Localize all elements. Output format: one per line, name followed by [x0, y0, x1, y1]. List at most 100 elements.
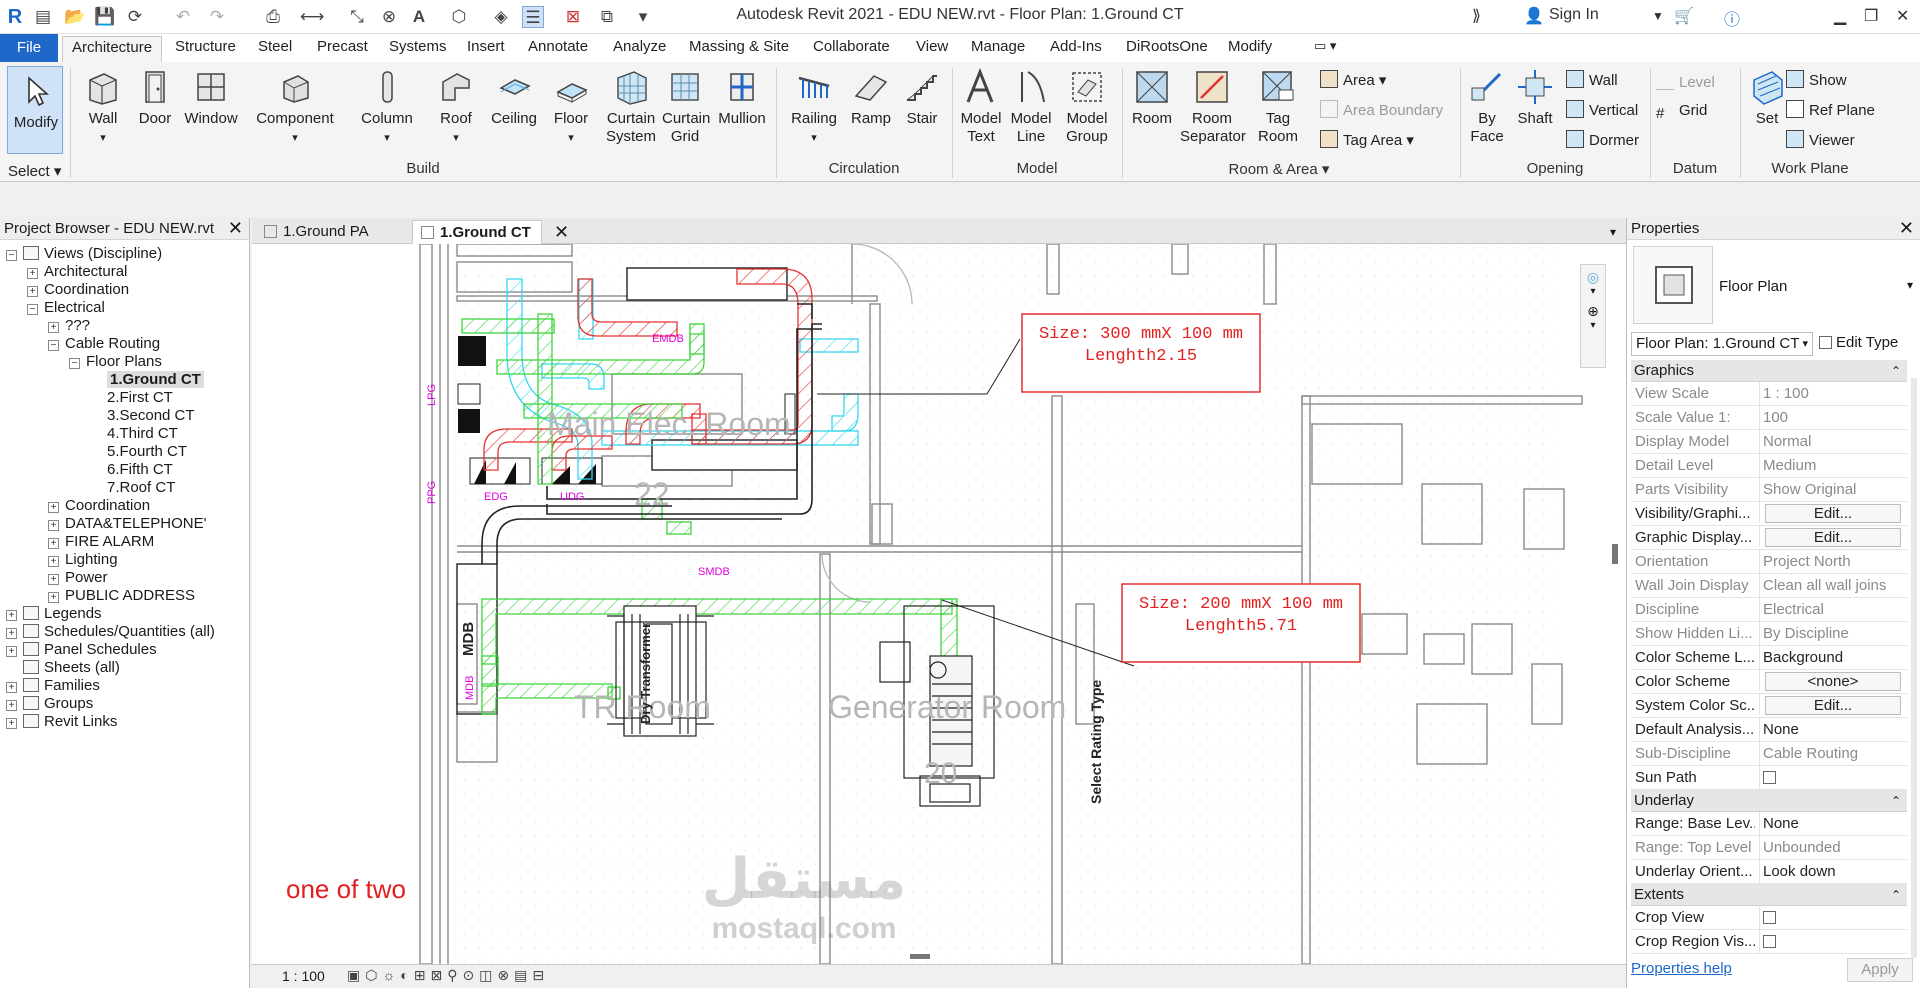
expand-icon[interactable]: +: [6, 628, 17, 639]
area-boundary-button[interactable]: Area Boundary: [1320, 100, 1443, 119]
tab-steel[interactable]: Steel: [258, 38, 292, 55]
tab-add-ins[interactable]: Add-Ins: [1050, 38, 1102, 55]
sign-in-dropdown-icon[interactable]: ▼: [1652, 9, 1664, 23]
curtain-grid-button[interactable]: Curtain Grid: [662, 62, 710, 146]
tab-diroots[interactable]: DiRootsOne: [1126, 38, 1208, 55]
collapse-section-icon[interactable]: ⌃: [1891, 360, 1901, 382]
tab-file[interactable]: File: [0, 34, 58, 62]
door-button[interactable]: Door: [132, 62, 178, 128]
collapse-icon[interactable]: −: [27, 304, 38, 315]
expand-icon[interactable]: +: [48, 502, 59, 513]
expand-icon[interactable]: +: [48, 592, 59, 603]
type-selector-dropdown-icon[interactable]: ▾: [1907, 278, 1913, 292]
ceiling-button[interactable]: Ceiling: [488, 62, 540, 128]
stair-button[interactable]: Stair: [898, 62, 946, 128]
modify-tool[interactable]: Modify: [8, 66, 64, 132]
close-view-tab-icon[interactable]: ✕: [546, 220, 577, 244]
minimize-icon[interactable]: ▁: [1834, 6, 1846, 26]
wall-button[interactable]: Wall ▾: [76, 62, 130, 147]
grid-button[interactable]: # Grid: [1656, 102, 1707, 123]
show-workplane-button[interactable]: Show: [1786, 70, 1847, 89]
select-dropdown[interactable]: Select ▾: [8, 162, 61, 180]
nav-dropdown-icon[interactable]: ▾: [1581, 286, 1605, 297]
instance-selector[interactable]: Floor Plan: 1.Ground CT ▾: [1631, 332, 1813, 356]
close-properties-icon[interactable]: ✕: [1899, 218, 1914, 239]
horizontal-scrollbar[interactable]: [910, 954, 930, 959]
tab-massing-site[interactable]: Massing & Site: [689, 38, 789, 55]
ref-plane-button[interactable]: Ref Plane: [1786, 100, 1875, 119]
cart-icon[interactable]: 🛒: [1674, 6, 1694, 26]
dormer-button[interactable]: Dormer: [1566, 130, 1639, 149]
ribbon-options-icon[interactable]: ▭ ▾: [1314, 38, 1336, 54]
apply-button[interactable]: Apply: [1847, 958, 1913, 982]
expand-icon[interactable]: +: [6, 682, 17, 693]
steering-wheel-icon[interactable]: ◎: [1581, 269, 1605, 286]
sign-in-link[interactable]: Sign In: [1549, 6, 1599, 24]
tab-manage[interactable]: Manage: [971, 38, 1025, 55]
type-name[interactable]: Floor Plan: [1719, 278, 1787, 295]
expand-icon[interactable]: +: [6, 700, 17, 711]
tab-analyze[interactable]: Analyze: [613, 38, 666, 55]
vertical-scrollbar[interactable]: [1612, 544, 1618, 564]
property-checkbox[interactable]: [1763, 911, 1776, 924]
expand-icon[interactable]: +: [27, 286, 38, 297]
collapse-icon[interactable]: −: [48, 340, 59, 351]
properties-section-header[interactable]: Extents ⌃: [1631, 884, 1907, 906]
expand-icon[interactable]: +: [27, 268, 38, 279]
property-edit-button[interactable]: <none>: [1765, 672, 1901, 691]
window-button[interactable]: Window: [180, 62, 242, 128]
tab-annotate[interactable]: Annotate: [528, 38, 588, 55]
model-text-button[interactable]: Model Text: [956, 62, 1006, 146]
user-icon[interactable]: 👤: [1524, 6, 1544, 26]
drawing-area[interactable]: Main Elec. Room 22 TR Room Generator Roo…: [252, 244, 1626, 964]
room-area-panel-label[interactable]: Room & Area ▾: [1122, 160, 1436, 178]
restore-icon[interactable]: ❐: [1864, 6, 1878, 26]
component-button[interactable]: Component ▾: [252, 62, 338, 147]
expand-icon[interactable]: +: [48, 538, 59, 549]
browser-item[interactable]: + Revit Links: [6, 711, 117, 733]
properties-section-header[interactable]: Underlay ⌃: [1631, 790, 1907, 812]
close-browser-icon[interactable]: ✕: [228, 218, 243, 239]
railing-button[interactable]: Railing ▾: [786, 62, 842, 147]
collapse-icon[interactable]: −: [69, 358, 80, 369]
properties-section-header[interactable]: Graphics ⌃: [1631, 360, 1907, 382]
tab-collaborate[interactable]: Collaborate: [813, 38, 890, 55]
view-tab-ground-pa[interactable]: 1.Ground PA: [256, 220, 377, 244]
tab-precast[interactable]: Precast: [317, 38, 368, 55]
expand-icon[interactable]: +: [6, 610, 17, 621]
property-value[interactable]: Background: [1763, 649, 1843, 666]
expand-icon[interactable]: +: [6, 646, 17, 657]
view-control-icons[interactable]: ▣⬡☼◐⊞⊠⚲⊙◫⊗▤⊟: [347, 967, 549, 984]
collapse-section-icon[interactable]: ⌃: [1891, 884, 1901, 906]
edit-type-button[interactable]: Edit Type: [1819, 332, 1911, 356]
curtain-system-button[interactable]: Curtain System: [604, 62, 658, 146]
property-edit-button[interactable]: Edit...: [1765, 504, 1901, 523]
close-window-icon[interactable]: ✕: [1896, 6, 1909, 26]
viewer-button[interactable]: Viewer: [1786, 130, 1855, 149]
properties-help-link[interactable]: Properties help: [1631, 960, 1732, 977]
vertical-button[interactable]: Vertical: [1566, 100, 1638, 119]
view-tab-ground-ct[interactable]: 1.Ground CT: [412, 220, 542, 244]
expand-icon[interactable]: +: [6, 718, 17, 729]
set-workplane-button[interactable]: Set: [1744, 62, 1790, 128]
collapse-section-icon[interactable]: ⌃: [1891, 790, 1901, 812]
property-value[interactable]: None: [1763, 815, 1799, 832]
expand-icon[interactable]: +: [48, 574, 59, 585]
room-button[interactable]: Room: [1126, 62, 1178, 128]
expand-icon[interactable]: +: [48, 322, 59, 333]
tab-view[interactable]: View: [916, 38, 948, 55]
expand-icon[interactable]: +: [48, 520, 59, 531]
by-face-button[interactable]: By Face: [1464, 62, 1510, 146]
property-checkbox[interactable]: [1763, 935, 1776, 948]
view-scale[interactable]: 1 : 100: [282, 968, 325, 984]
opening-wall-button[interactable]: Wall: [1566, 70, 1618, 89]
property-checkbox[interactable]: [1763, 771, 1776, 784]
model-group-button[interactable]: Model Group: [1060, 62, 1114, 146]
view-tabs-menu-icon[interactable]: ▾: [1602, 220, 1624, 244]
tab-systems[interactable]: Systems: [389, 38, 447, 55]
tab-insert[interactable]: Insert: [467, 38, 505, 55]
property-value[interactable]: None: [1763, 721, 1799, 738]
area-button[interactable]: Area ▾: [1320, 70, 1386, 89]
tab-architecture[interactable]: Architecture: [62, 36, 163, 62]
property-value[interactable]: Look down: [1763, 863, 1836, 880]
